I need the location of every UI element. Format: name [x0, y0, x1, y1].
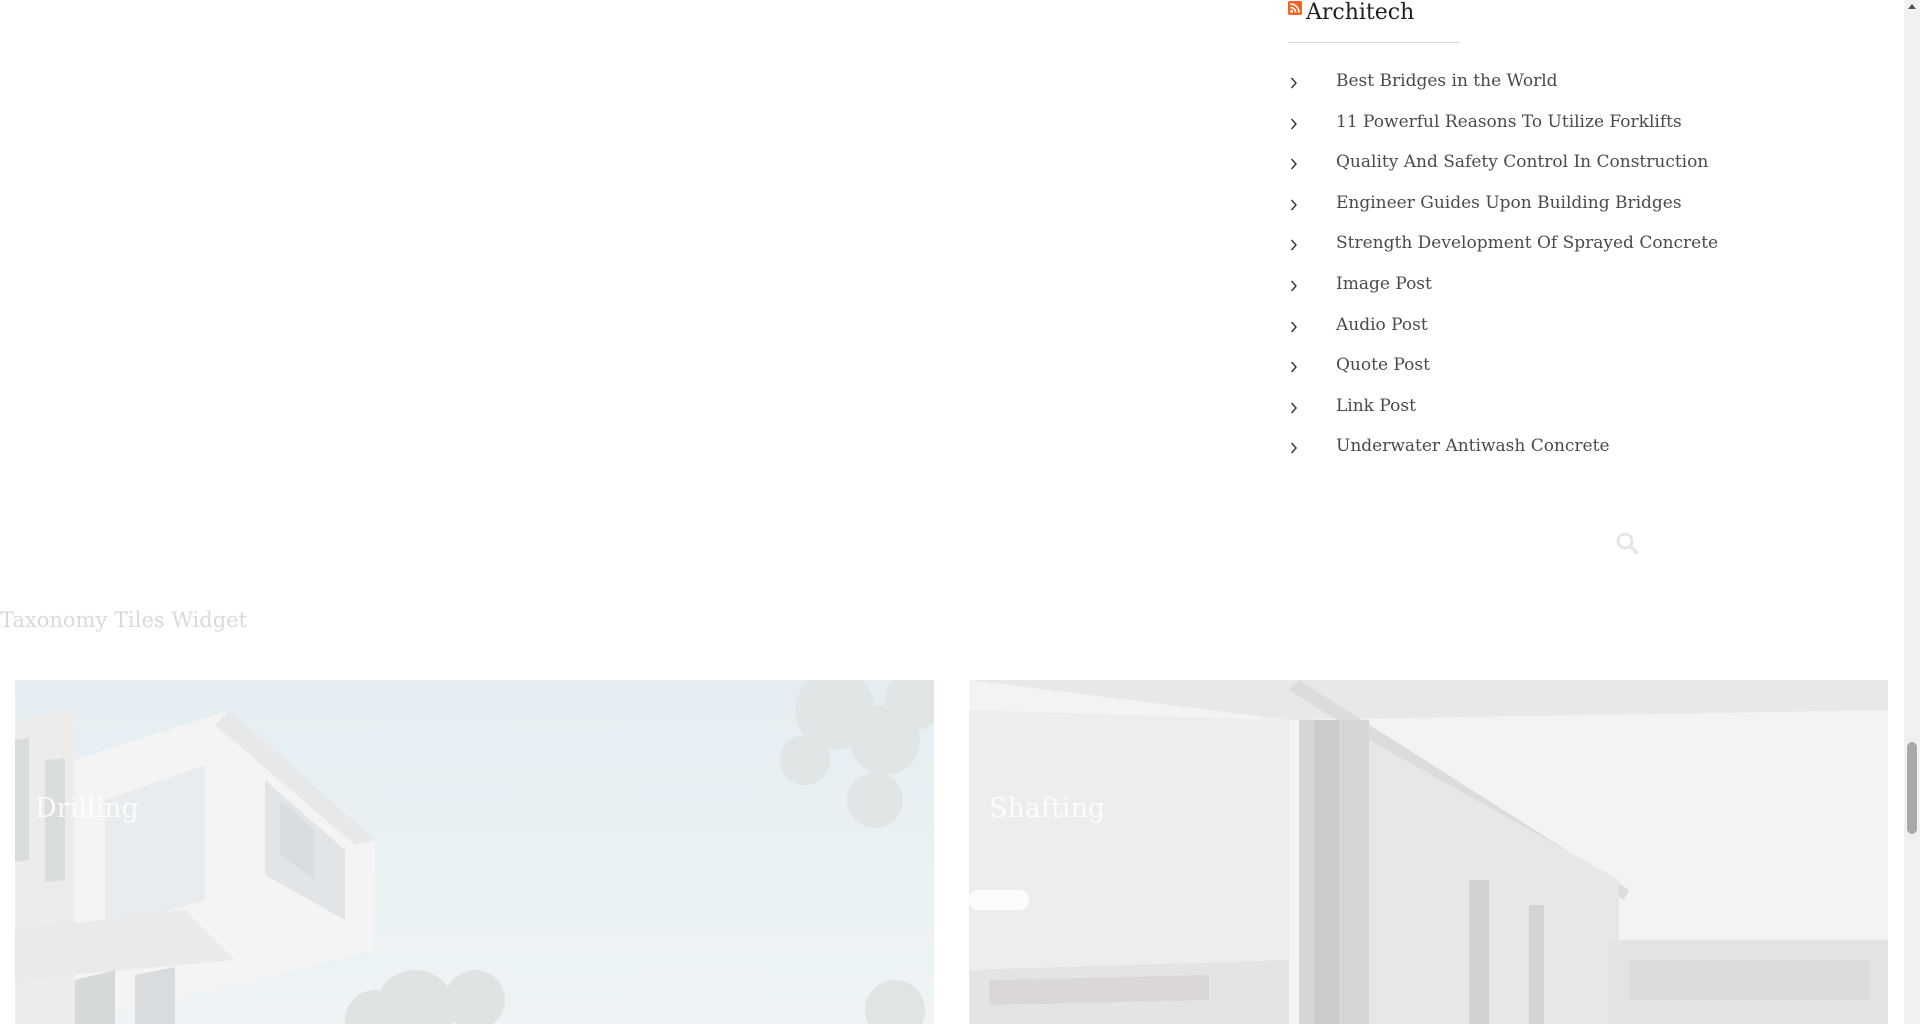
list-item[interactable]: Quote Post [1288, 347, 1748, 388]
tile-label[interactable]: Shafting [989, 792, 1105, 826]
taxonomy-tile-drilling[interactable]: Drilling [15, 680, 934, 1024]
tile-background-image [15, 680, 934, 1024]
list-item[interactable]: Underwater Antiwash Concrete [1288, 428, 1748, 469]
chevron-right-icon [1290, 199, 1297, 211]
chevron-right-icon [1290, 442, 1297, 454]
chevron-right-icon [1290, 402, 1297, 414]
taxonomy-tile-shafting[interactable]: Shafting [969, 680, 1888, 1024]
chevron-right-icon [1290, 321, 1297, 333]
title-underline [1288, 42, 1459, 43]
rss-title-link[interactable]: Architech [1306, 0, 1414, 26]
rss-icon[interactable] [1288, 1, 1302, 15]
list-item[interactable]: Strength Development Of Sprayed Concrete [1288, 225, 1748, 266]
rss-item-label[interactable]: Link Post [1336, 395, 1416, 417]
list-item[interactable]: Engineer Guides Upon Building Bridges [1288, 185, 1748, 226]
vertical-scrollbar[interactable] [1904, 0, 1920, 1024]
scroll-up-arrow-icon[interactable] [1908, 4, 1916, 9]
rss-item-label[interactable]: Image Post [1336, 273, 1432, 295]
list-item[interactable]: 11 Powerful Reasons To Utilize Forklifts [1288, 104, 1748, 145]
rss-list: Best Bridges in the World 11 Powerful Re… [1288, 63, 1748, 469]
rss-item-label[interactable]: Engineer Guides Upon Building Bridges [1336, 192, 1682, 214]
list-item[interactable]: Best Bridges in the World [1288, 63, 1748, 104]
list-item[interactable]: Audio Post [1288, 307, 1748, 348]
tile-background-image [969, 680, 1888, 1024]
rss-widget-title: Architech [1288, 0, 1748, 26]
search-icon[interactable] [1615, 531, 1639, 555]
rss-item-label[interactable]: Best Bridges in the World [1336, 70, 1558, 92]
tile-label[interactable]: Drilling [35, 792, 139, 826]
page: Architech Best Bridges in the World 11 P… [0, 0, 1920, 1024]
taxonomy-widget-title: Taxonomy Tiles Widget [0, 608, 248, 632]
rss-item-label[interactable]: Quality And Safety Control In Constructi… [1336, 151, 1708, 173]
chevron-right-icon [1290, 118, 1297, 130]
rss-item-label[interactable]: Quote Post [1336, 354, 1430, 376]
rss-item-label[interactable]: Strength Development Of Sprayed Concrete [1336, 232, 1718, 254]
list-item[interactable]: Quality And Safety Control In Constructi… [1288, 144, 1748, 185]
rss-item-label[interactable]: 11 Powerful Reasons To Utilize Forklifts [1336, 111, 1682, 133]
rss-item-label[interactable]: Audio Post [1336, 314, 1428, 336]
chevron-right-icon [1290, 280, 1297, 292]
chevron-right-icon [1290, 158, 1297, 170]
list-item[interactable]: Image Post [1288, 266, 1748, 307]
rss-item-label[interactable]: Underwater Antiwash Concrete [1336, 435, 1610, 457]
chevron-right-icon [1290, 239, 1297, 251]
scrollbar-thumb[interactable] [1907, 742, 1917, 834]
chevron-right-icon [1290, 77, 1297, 89]
list-item[interactable]: Link Post [1288, 388, 1748, 429]
chevron-right-icon [1290, 361, 1297, 373]
rss-widget: Architech Best Bridges in the World 11 P… [1288, 0, 1748, 469]
